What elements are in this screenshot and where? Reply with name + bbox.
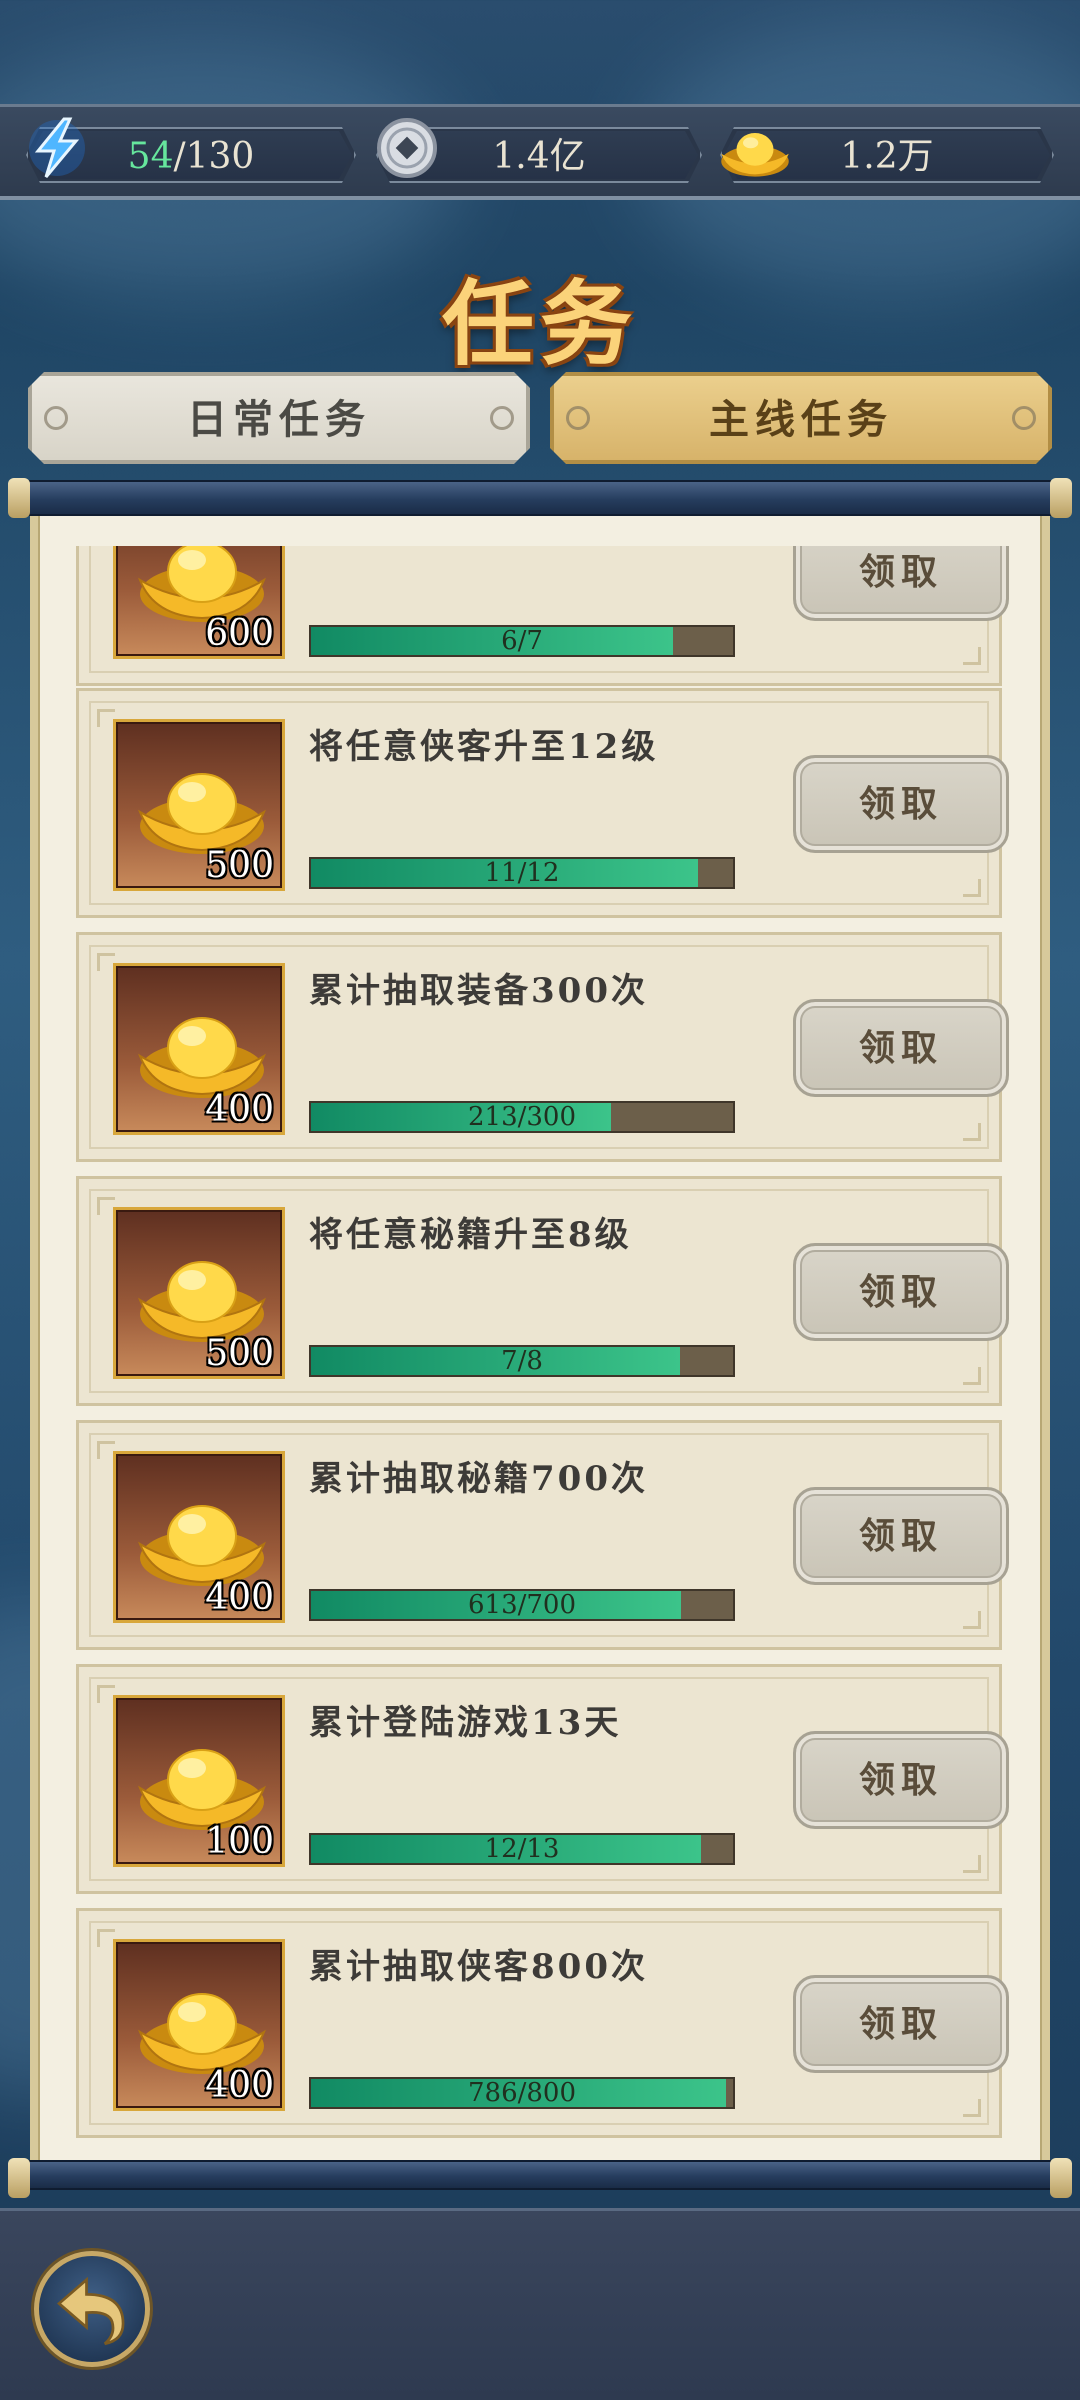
task-title: 累计登陆游戏13天 — [309, 1703, 622, 1743]
reward-slot[interactable]: 100 — [113, 1695, 285, 1867]
claim-button[interactable]: 领取 — [793, 1243, 1009, 1341]
task-card: 500 将任意秘籍升至8级 7/8 领取 — [76, 1176, 1009, 1406]
lightning-icon — [29, 117, 85, 178]
reward-amount: 600 — [205, 613, 274, 654]
stamina-current: 54 — [127, 136, 174, 177]
tab-main-tasks[interactable]: 主线任务 — [550, 372, 1052, 464]
claim-button[interactable]: 领取 — [793, 1487, 1009, 1585]
task-card: 600 6/7 领取 — [76, 546, 1009, 686]
task-title: 将任意秘籍升至8级 — [309, 1215, 632, 1255]
tab-main-label: 主线任务 — [709, 396, 893, 443]
claim-button[interactable]: 领取 — [793, 755, 1009, 853]
reward-amount: 400 — [205, 2065, 274, 2106]
reward-slot[interactable]: 500 — [113, 719, 285, 891]
progress-bar: 12/13 — [309, 1833, 735, 1865]
progress-text: 6/7 — [501, 626, 543, 656]
progress-text: 213/300 — [467, 1102, 576, 1132]
reward-slot[interactable]: 400 — [113, 1451, 285, 1623]
task-list[interactable]: 600 6/7 领取 500 将任意侠客升至12级 11/12 领取 400 累… — [38, 546, 1042, 2166]
task-title: 将任意侠客升至12级 — [309, 727, 659, 767]
task-title: 累计抽取装备300次 — [309, 971, 648, 1011]
claim-button[interactable]: 领取 — [793, 1975, 1009, 2073]
reward-slot[interactable]: 500 — [113, 1207, 285, 1379]
claim-button[interactable]: 领取 — [793, 1731, 1009, 1829]
task-title: 累计抽取侠客800次 — [309, 1947, 648, 1987]
tab-daily-tasks[interactable]: 日常任务 — [28, 372, 530, 464]
progress-bar: 11/12 — [309, 857, 735, 889]
stamina-max: /130 — [173, 136, 255, 177]
progress-text: 786/800 — [467, 2078, 576, 2108]
reward-slot[interactable]: 400 — [113, 963, 285, 1135]
tab-daily-label: 日常任务 — [187, 396, 371, 443]
reward-slot[interactable]: 600 — [113, 546, 285, 659]
task-card: 400 累计抽取侠客800次 786/800 领取 — [76, 1908, 1009, 2138]
task-card: 100 累计登陆游戏13天 12/13 领取 — [76, 1664, 1009, 1894]
back-button[interactable] — [34, 2251, 150, 2367]
progress-text: 12/13 — [484, 1834, 560, 1864]
progress-text: 613/700 — [467, 1590, 576, 1620]
progress-bar: 213/300 — [309, 1101, 735, 1133]
resource-bar: 54/130 1.4亿 1.2万 — [0, 104, 1080, 200]
task-card: 500 将任意侠客升至12级 11/12 领取 — [76, 688, 1009, 918]
task-title: 累计抽取秘籍700次 — [309, 1459, 648, 1499]
task-card: 400 累计抽取装备300次 213/300 领取 — [76, 932, 1009, 1162]
page-title: 任务 — [441, 270, 638, 378]
reward-slot[interactable]: 400 — [113, 1939, 285, 2111]
progress-bar: 6/7 — [309, 625, 735, 657]
silver-coin-icon — [377, 118, 437, 178]
reward-amount: 500 — [205, 1333, 274, 1374]
progress-text: 11/12 — [484, 858, 560, 888]
progress-bar: 786/800 — [309, 2077, 735, 2109]
reward-amount: 400 — [205, 1577, 274, 1618]
progress-bar: 613/700 — [309, 1589, 735, 1621]
task-card: 400 累计抽取秘籍700次 613/700 领取 — [76, 1420, 1009, 1650]
claim-button[interactable]: 领取 — [793, 999, 1009, 1097]
claim-button[interactable]: 领取 — [793, 546, 1009, 621]
bottom-bar — [0, 2208, 1080, 2400]
progress-text: 7/8 — [501, 1346, 543, 1376]
scroll-rod-bottom — [8, 2158, 1072, 2198]
reward-amount: 100 — [205, 1821, 274, 1862]
progress-bar: 7/8 — [309, 1345, 735, 1377]
scroll-rod-top — [8, 478, 1072, 518]
reward-amount: 500 — [205, 845, 274, 886]
reward-amount: 400 — [205, 1089, 274, 1130]
gold-ingot-icon — [721, 133, 789, 177]
back-arrow-icon — [57, 2276, 125, 2346]
